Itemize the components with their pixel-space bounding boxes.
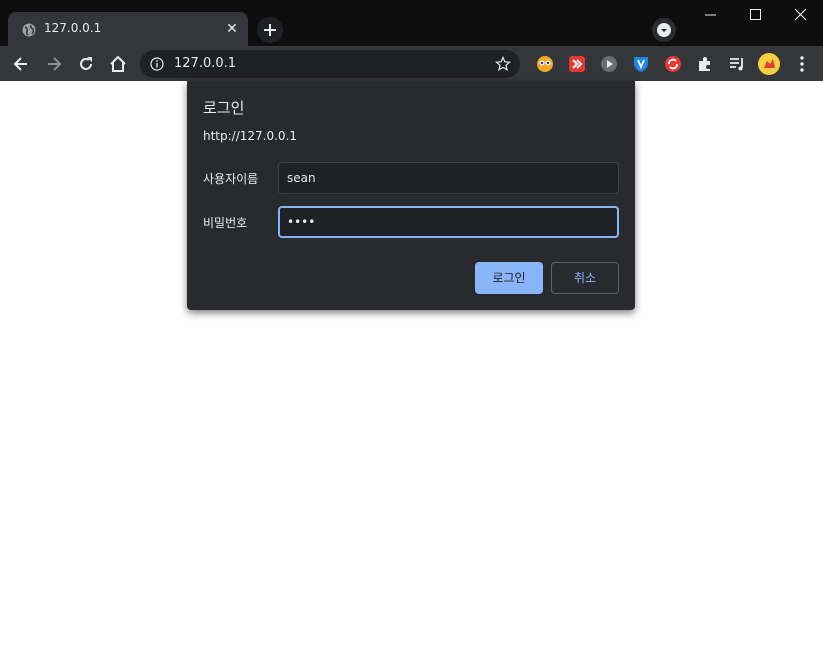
bookmark-star-icon[interactable] <box>495 56 511 72</box>
owl-extension-icon[interactable] <box>536 55 554 73</box>
tab-search-button[interactable] <box>652 18 676 42</box>
kebab-menu-icon[interactable] <box>792 54 812 74</box>
url-text: 127.0.0.1 <box>174 56 237 71</box>
red-forward-extension-icon[interactable] <box>568 55 586 73</box>
play-extension-icon[interactable] <box>600 55 618 73</box>
browser-toolbar: 127.0.0.1 <box>0 46 823 81</box>
dialog-origin: http://127.0.0.1 <box>203 129 298 143</box>
forward-arrow-icon[interactable] <box>44 54 64 74</box>
browser-tab[interactable]: 127.0.0.1 ✕ <box>8 12 248 47</box>
dialog-title: 로그인 <box>203 99 245 117</box>
tab-title: 127.0.0.1 <box>44 21 102 35</box>
username-field[interactable]: sean <box>278 162 619 194</box>
maximize-button[interactable] <box>733 0 778 30</box>
username-label: 사용자이름 <box>203 172 259 186</box>
close-window-button[interactable] <box>778 0 823 30</box>
password-label: 비밀번호 <box>203 216 248 230</box>
back-arrow-icon[interactable] <box>11 54 31 74</box>
tab-close-icon[interactable]: ✕ <box>224 21 240 37</box>
shield-extension-icon[interactable] <box>632 55 650 73</box>
minimize-icon <box>705 14 716 16</box>
globe-icon <box>22 23 36 37</box>
password-field[interactable]: •••• <box>278 206 619 238</box>
address-bar[interactable]: 127.0.0.1 <box>140 50 520 78</box>
login-button[interactable]: 로그인 <box>475 262 543 294</box>
chevron-down-icon <box>657 23 671 37</box>
home-icon[interactable] <box>108 54 128 74</box>
reload-icon[interactable] <box>76 54 96 74</box>
login-dialog: 로그인 http://127.0.0.1 사용자이름 sean 비밀번호 •••… <box>187 81 635 310</box>
cancel-button[interactable]: 취소 <box>551 262 619 294</box>
sync-extension-icon[interactable] <box>664 55 682 73</box>
avatar[interactable] <box>758 53 780 75</box>
puzzle-icon[interactable] <box>696 55 714 73</box>
plus-icon <box>264 24 276 36</box>
maximize-icon <box>750 9 761 20</box>
new-tab-button[interactable] <box>257 17 283 43</box>
media-control-icon[interactable] <box>728 55 746 73</box>
minimize-button[interactable] <box>688 0 733 30</box>
close-icon <box>794 8 807 21</box>
title-bar: 127.0.0.1 ✕ <box>0 0 823 47</box>
info-icon[interactable] <box>150 57 164 71</box>
